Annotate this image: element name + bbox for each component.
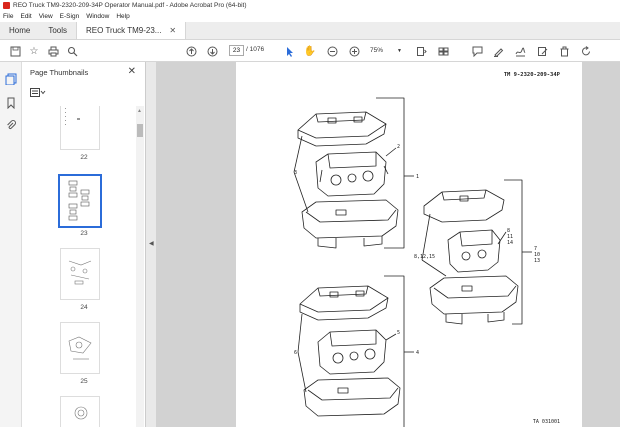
tab-bar: Home Tools REO Truck TM9-23... ✕ [0,22,620,40]
page-thumbnails-panel: Page Thumbnails ✕ 22 23 24 25 ▲ [22,62,146,427]
previous-page-icon[interactable] [184,44,198,58]
left-rail [0,62,22,427]
tab-home[interactable]: Home [0,22,39,39]
thumbnail-page-25[interactable] [60,322,100,374]
close-icon[interactable]: ✕ [128,66,136,77]
thumbnail-label-24: 24 [80,304,88,311]
edit-pdf-icon[interactable] [535,44,549,58]
zoom-select[interactable]: 75% ▼ [370,45,402,56]
callout-5: 5 [397,330,400,336]
bookmark-icon[interactable] [4,96,18,110]
fit-page-icon[interactable] [414,44,428,58]
zoom-in-icon[interactable] [347,44,361,58]
close-icon[interactable]: ✕ [169,26,176,35]
delete-icon[interactable] [557,44,571,58]
callout-14: 14 [507,240,513,246]
callout-1: 1 [416,174,419,180]
thumbnails-scrollbar[interactable]: ▲ [136,106,144,427]
tab-document[interactable]: REO Truck TM9-23... ✕ [76,22,187,39]
rotate-icon[interactable] [579,44,593,58]
menu-esign[interactable]: E-Sign [60,13,80,20]
document-view[interactable]: TM 9-2320-209-34P 1 2 3 4 5 6 7 8 10 13 … [156,62,620,427]
thumbnail-label-23: 23 [80,230,88,237]
scroll-up-icon[interactable]: ▲ [137,108,142,114]
menu-edit[interactable]: Edit [20,13,31,20]
callout-3: 3 [294,170,297,176]
comment-icon[interactable] [470,44,484,58]
thumbnail-25-content [68,336,92,360]
thumbnail-page-26[interactable] [60,396,100,427]
page-number-input[interactable]: 23 [229,45,244,56]
star-icon[interactable]: ☆ [27,44,41,58]
thumbnail-label-22: 22 [80,154,88,161]
hand-tool-icon[interactable]: ✋ [303,44,317,58]
tab-tools[interactable]: Tools [39,22,76,39]
thumbnail-26-content [74,406,88,420]
thumbnail-page-24[interactable] [60,248,100,300]
zoom-out-icon[interactable] [325,44,339,58]
menu-window[interactable]: Window [86,13,109,20]
callout-8-12-15: 8,12,15 [414,254,435,260]
callout-2: 2 [397,144,400,150]
thumbnail-24-content [68,260,92,285]
menu-help[interactable]: Help [116,13,129,20]
next-page-icon[interactable] [205,44,219,58]
chevron-down-icon: ▼ [397,47,402,54]
page-total: / 1076 [246,46,265,53]
thumbnail-22-content [65,108,80,125]
thumbnails-icon[interactable] [4,72,18,86]
menu-bar: File Edit View E-Sign Window Help [0,11,620,22]
save-icon[interactable] [8,44,22,58]
pdf-page: TM 9-2320-209-34P 1 2 3 4 5 6 7 8 10 13 … [236,62,582,427]
callout-6: 6 [294,350,297,356]
attachment-icon[interactable] [4,118,18,132]
page-layout-icon[interactable] [436,44,450,58]
tab-document-label: REO Truck TM9-23... [86,26,162,35]
menu-view[interactable]: View [39,13,53,20]
title-bar: REO Truck TM9-2320-209-34P Operator Manu… [0,0,620,11]
panel-title: Page Thumbnails [30,68,89,77]
page-footer: TA 031001 [532,419,560,425]
thumbnail-label-25: 25 [80,378,88,385]
window-title: REO Truck TM9-2320-209-34P Operator Manu… [13,2,247,9]
sign-icon[interactable] [513,44,527,58]
thumbnail-page-22[interactable] [60,106,100,150]
callout-13: 13 [534,258,540,264]
chevron-left-icon[interactable]: ◀ [149,240,154,247]
highlight-pen-icon[interactable] [491,44,505,58]
select-cursor-icon[interactable] [282,44,296,58]
print-icon[interactable] [46,44,60,58]
callout-4: 4 [416,350,419,356]
scrollbar-thumb[interactable] [137,124,143,137]
thumbnail-options-icon[interactable] [30,88,48,98]
search-icon[interactable] [65,44,79,58]
acrobat-logo-icon [3,2,10,9]
toolbar: ☆ 23 / 1076 ✋ 75% ▼ [0,40,620,62]
zoom-value: 75% [370,47,384,54]
thumbnail-page-23[interactable] [58,174,102,228]
panel-collapse-handle[interactable]: ◀ [146,62,156,427]
thumbnail-23-content [68,180,90,221]
menu-file[interactable]: File [3,13,13,20]
exploded-view-drawing: 1 2 3 4 5 6 7 8 10 13 11 14 8,12,15 [293,97,540,427]
